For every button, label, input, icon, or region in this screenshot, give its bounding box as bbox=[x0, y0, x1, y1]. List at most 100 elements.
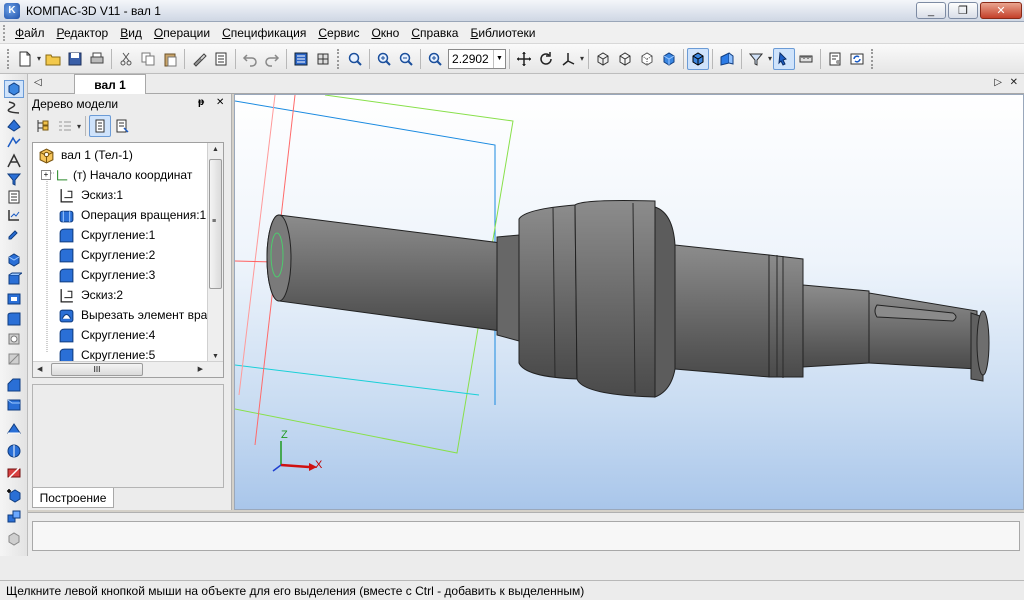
tab-scroll-right-icon[interactable]: ▷ bbox=[994, 77, 1002, 88]
tree-item-sketch-2[interactable]: Эскиз:2 bbox=[57, 285, 123, 305]
perspective-icon[interactable] bbox=[716, 48, 738, 70]
zoom-window-icon[interactable] bbox=[344, 48, 366, 70]
section-operation-icon[interactable] bbox=[4, 420, 24, 438]
tab-close-icon[interactable]: ✕ bbox=[1010, 77, 1018, 88]
kompas-logo-icon[interactable]: K bbox=[4, 2, 20, 19]
surfaces-icon[interactable] bbox=[4, 116, 24, 134]
revolve-operation-icon[interactable] bbox=[4, 270, 24, 288]
menu-editor[interactable]: Редактор bbox=[51, 26, 115, 40]
draft-operation-icon[interactable] bbox=[4, 396, 24, 414]
open-folder-icon[interactable] bbox=[42, 48, 64, 70]
tree-horizontal-scrollbar[interactable]: ◀ III ▶ bbox=[33, 361, 223, 377]
tree-show-icon[interactable] bbox=[89, 115, 112, 137]
new-dropdown-icon[interactable]: ▾ bbox=[37, 54, 41, 63]
cut-icon[interactable] bbox=[115, 48, 137, 70]
copy-icon[interactable] bbox=[137, 48, 159, 70]
split-body-icon[interactable] bbox=[4, 464, 24, 482]
shaded-icon[interactable] bbox=[658, 48, 680, 70]
menu-specification[interactable]: Спецификация bbox=[216, 26, 312, 40]
shaded-edges-icon[interactable] bbox=[687, 47, 710, 70]
chamfer-operation-icon[interactable] bbox=[4, 376, 24, 394]
pan-icon[interactable] bbox=[513, 48, 535, 70]
menu-operations[interactable]: Операции bbox=[148, 26, 216, 40]
pin-icon[interactable]: ᵽ bbox=[198, 97, 204, 108]
scroll-right-icon[interactable]: ▶ bbox=[198, 365, 203, 373]
expand-icon[interactable]: + bbox=[41, 170, 51, 180]
paste-icon[interactable] bbox=[159, 48, 181, 70]
scroll-down-icon[interactable]: ▼ bbox=[212, 353, 219, 360]
hidden-lines-thin-icon[interactable] bbox=[636, 48, 658, 70]
new-document-icon[interactable] bbox=[14, 48, 36, 70]
add-part-icon[interactable] bbox=[4, 486, 24, 504]
tree-vscroll-thumb[interactable]: ≡ bbox=[209, 159, 222, 289]
tab-scroll-left-icon[interactable]: ◁ bbox=[34, 77, 42, 88]
tree-item-cut-revolve[interactable]: Вырезать элемент вращения:1 bbox=[57, 305, 223, 325]
model-viewport[interactable]: Z X bbox=[234, 94, 1024, 510]
edit-details-icon[interactable] bbox=[4, 80, 24, 98]
tab-construction[interactable]: Построение bbox=[32, 488, 114, 508]
toolbar-grip-3[interactable] bbox=[871, 48, 875, 69]
undo-icon[interactable] bbox=[239, 48, 261, 70]
parameters-icon[interactable] bbox=[312, 48, 334, 70]
hidden-lines-icon[interactable] bbox=[614, 48, 636, 70]
tree-item-sketch-1[interactable]: Эскиз:1 bbox=[57, 185, 123, 205]
zoom-in-icon[interactable] bbox=[373, 48, 395, 70]
spatial-curves-icon[interactable] bbox=[4, 98, 24, 116]
manager-icon[interactable] bbox=[290, 48, 312, 70]
tree-structure-icon[interactable] bbox=[32, 115, 54, 137]
extrude-operation-icon[interactable] bbox=[4, 250, 24, 268]
menu-help[interactable]: Справка bbox=[405, 26, 464, 40]
tree-hscroll-thumb[interactable]: III bbox=[51, 363, 143, 376]
zoom-scale-input[interactable]: 2.2902 ▼ bbox=[448, 48, 507, 69]
assembly-icon[interactable] bbox=[4, 508, 24, 526]
tree-item-fillet-2[interactable]: Скругление:2 bbox=[57, 245, 155, 265]
tree-item-root[interactable]: вал 1 (Тел-1) bbox=[37, 145, 133, 165]
measurement-icon[interactable] bbox=[4, 206, 24, 224]
zoom-dropdown-icon[interactable]: ▼ bbox=[493, 49, 505, 68]
tree-item-fillet-4[interactable]: Скругление:4 bbox=[57, 325, 155, 345]
properties-icon[interactable] bbox=[210, 48, 232, 70]
rotate-icon[interactable] bbox=[535, 48, 557, 70]
rib-operation-icon[interactable] bbox=[4, 350, 24, 368]
wireframe-icon[interactable] bbox=[592, 48, 614, 70]
tree-vertical-scrollbar[interactable]: ▲ ≡ ▼ bbox=[207, 143, 223, 363]
filter-objects-icon[interactable] bbox=[4, 170, 24, 188]
minimize-button[interactable]: _ bbox=[916, 2, 946, 19]
menu-view[interactable]: Вид bbox=[114, 26, 148, 40]
format-brush-icon[interactable] bbox=[188, 48, 210, 70]
tree-item-origin[interactable]: + (т) Начало координат bbox=[41, 165, 192, 185]
shaft-model[interactable] bbox=[266, 200, 990, 398]
orientation-dropdown-icon[interactable]: ▾ bbox=[580, 54, 584, 63]
fillet-operation-icon[interactable] bbox=[4, 310, 24, 328]
tree-relations-icon[interactable] bbox=[111, 115, 133, 137]
filter-icon[interactable] bbox=[745, 48, 767, 70]
print-icon[interactable] bbox=[86, 48, 108, 70]
menu-service[interactable]: Сервис bbox=[312, 26, 365, 40]
menu-file[interactable]: Файл bbox=[9, 26, 51, 40]
scroll-up-icon[interactable]: ▲ bbox=[212, 146, 219, 153]
tree-item-revolve[interactable]: Операция вращения:1 bbox=[57, 205, 206, 225]
orientation-icon[interactable] bbox=[557, 48, 579, 70]
element-properties-icon[interactable] bbox=[4, 224, 24, 242]
rebuild-icon[interactable] bbox=[846, 48, 868, 70]
zoom-scale-icon[interactable] bbox=[424, 48, 446, 70]
surface-patch-icon[interactable] bbox=[4, 530, 24, 548]
select-filter-icon[interactable] bbox=[773, 47, 796, 70]
measure-icon[interactable] bbox=[795, 48, 817, 70]
close-button[interactable]: ✕ bbox=[980, 2, 1022, 19]
redo-icon[interactable] bbox=[261, 48, 283, 70]
auxiliary-geometry-icon[interactable] bbox=[4, 152, 24, 170]
tab-document[interactable]: вал 1 bbox=[74, 74, 146, 95]
hole-operation-icon[interactable] bbox=[4, 330, 24, 348]
menu-libraries[interactable]: Библиотеки bbox=[464, 26, 541, 40]
arrays-icon[interactable] bbox=[4, 134, 24, 152]
tree-order-dropdown-icon[interactable]: ▾ bbox=[77, 122, 81, 131]
maximize-button[interactable]: ❐ bbox=[948, 2, 978, 19]
save-icon[interactable] bbox=[64, 48, 86, 70]
menu-window[interactable]: Окно bbox=[365, 26, 405, 40]
tree-item-fillet-1[interactable]: Скругление:1 bbox=[57, 225, 155, 245]
toolbar-grip-2[interactable] bbox=[337, 48, 341, 69]
specification-icon[interactable] bbox=[4, 188, 24, 206]
panel-close-icon[interactable]: ✕ bbox=[216, 97, 224, 108]
scroll-left-icon[interactable]: ◀ bbox=[37, 365, 42, 373]
